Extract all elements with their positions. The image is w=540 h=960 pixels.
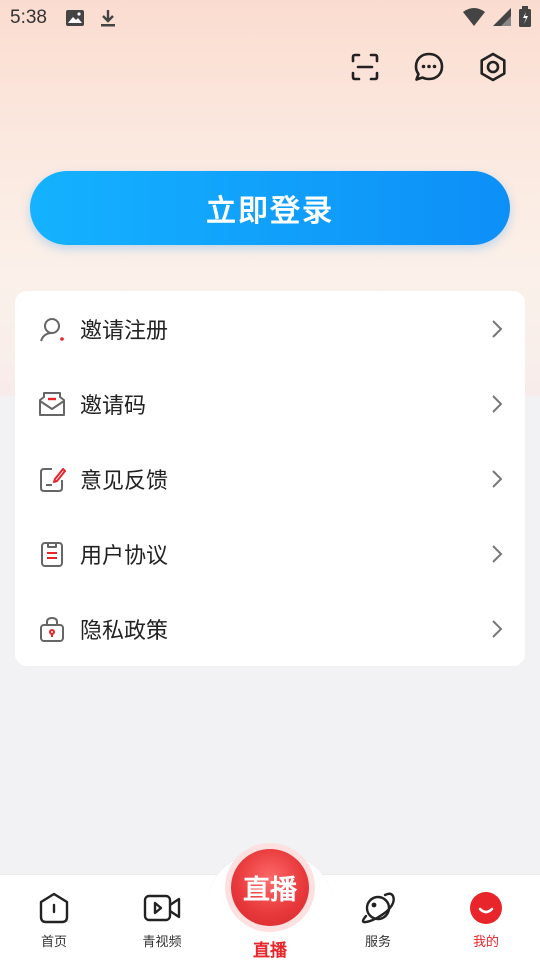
nav-item-video[interactable]: 青视频 (108, 875, 216, 960)
chevron-right-icon (491, 468, 505, 490)
chevron-right-icon (491, 543, 505, 565)
battery-icon (518, 6, 532, 34)
chevron-right-icon (491, 318, 505, 340)
menu-item-invite-code[interactable]: 邀请码 (15, 366, 525, 441)
home-icon (37, 891, 71, 925)
menu-item-label: 邀请注册 (80, 317, 169, 343)
nav-item-profile[interactable]: 我的 (432, 875, 540, 960)
nav-label: 我的 (472, 934, 499, 949)
wifi-icon (462, 7, 486, 33)
nav-label: 服务 (364, 934, 391, 949)
menu-item-privacy-policy[interactable]: 隐私政策 (15, 591, 525, 666)
status-time: 5:38 (10, 7, 47, 28)
menu-item-label: 隐私政策 (80, 617, 169, 643)
nav-label: 直播 (253, 941, 287, 960)
profile-icon (469, 891, 503, 925)
scan-icon[interactable] (348, 50, 382, 84)
nav-item-home[interactable]: 首页 (0, 875, 108, 960)
planet-icon (360, 891, 396, 925)
nav-label: 青视频 (142, 934, 182, 949)
menu-card: 邀请注册 邀请码 意见反馈 用户协议 隐私政策 (15, 291, 525, 666)
nav-label: 首页 (40, 934, 67, 949)
user-search-icon (37, 314, 67, 344)
nav-item-service[interactable]: 服务 (324, 875, 432, 960)
lock-bag-icon (37, 614, 67, 644)
feedback-edit-icon (37, 464, 67, 494)
menu-item-user-agreement[interactable]: 用户协议 (15, 516, 525, 591)
top-actions (348, 50, 510, 84)
mail-icon (37, 389, 67, 419)
menu-item-label: 用户协议 (80, 542, 169, 568)
settings-icon[interactable] (476, 50, 510, 84)
status-bar: 5:38 (0, 0, 540, 36)
chevron-right-icon (491, 393, 505, 415)
document-icon (37, 539, 67, 569)
menu-item-label: 意见反馈 (80, 467, 169, 493)
signal-icon (492, 7, 512, 33)
menu-item-label: 邀请码 (80, 392, 147, 418)
menu-item-invite-register[interactable]: 邀请注册 (15, 291, 525, 366)
video-icon (143, 891, 181, 925)
nav-item-live[interactable]: 直播 直播 (216, 849, 324, 960)
live-icon: 直播 (231, 849, 309, 926)
message-icon[interactable] (412, 50, 446, 84)
image-icon (65, 9, 85, 27)
login-button[interactable]: 立即登录 (30, 171, 510, 245)
bottom-nav: 首页 青视频 直播 直播 服务 我的 (0, 849, 540, 960)
menu-item-feedback[interactable]: 意见反馈 (15, 441, 525, 516)
chevron-right-icon (491, 618, 505, 640)
download-icon (99, 8, 117, 28)
